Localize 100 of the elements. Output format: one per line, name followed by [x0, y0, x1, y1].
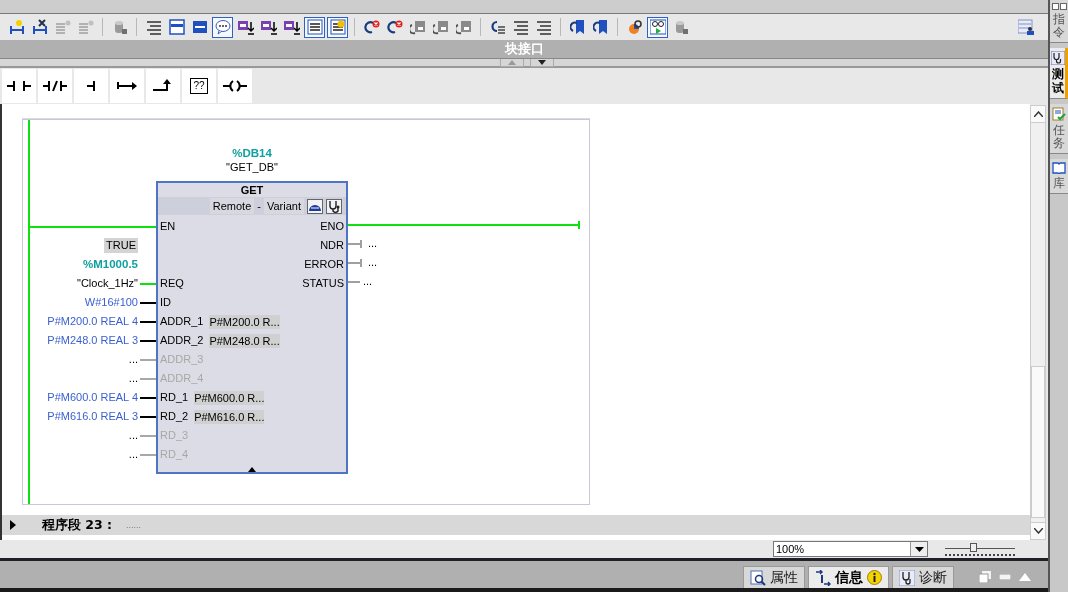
pin-label: ADDR_2 — [159, 333, 205, 348]
monitor-value: P#M616.0 R... — [194, 410, 265, 424]
window-user-icon — [1017, 19, 1034, 35]
zoom-slider[interactable] — [945, 542, 1015, 556]
closed-contact-icon — [43, 79, 67, 93]
instruction-button[interactable] — [38, 69, 72, 103]
side-tab[interactable]: 任务 — [1050, 103, 1068, 155]
arrow-cross-icon — [386, 19, 403, 35]
branch-icon — [86, 79, 96, 93]
operand[interactable]: P#M200.0 REAL 4 — [47, 312, 138, 331]
chevron-up-icon — [1033, 111, 1043, 117]
side-tab[interactable]: 库 — [1050, 159, 1068, 195]
star-list-icon — [329, 19, 346, 35]
tag-download-icon — [260, 19, 277, 35]
pin-label: ENO — [319, 219, 345, 234]
operand[interactable]: ... — [368, 253, 378, 272]
toolbar-button[interactable] — [327, 16, 348, 38]
interface-bar-title: 块接口 — [504, 40, 544, 58]
side-tab[interactable]: 测试 — [1050, 48, 1068, 99]
panel-tab[interactable]: 信息 — [808, 566, 889, 588]
stethoscope-icon — [328, 199, 340, 213]
chart-magnifier-icon — [626, 19, 643, 35]
network-header[interactable]: 程序段 23 : ...... — [2, 515, 1030, 535]
info-badge-icon — [867, 570, 882, 585]
monitor-value: TRUE — [104, 238, 138, 253]
scroll-down-button[interactable] — [1031, 522, 1045, 539]
caret-icon — [914, 546, 924, 552]
operand[interactable]: P#M600.0 REAL 4 — [47, 388, 138, 407]
book-icon — [1052, 162, 1066, 175]
pin-label: EN — [159, 219, 177, 234]
panel-tab[interactable]: 属性 — [743, 566, 805, 588]
bookmark-arrow-icon — [592, 19, 609, 35]
arrow-cross-icon — [363, 19, 380, 35]
pin-label: NDR — [319, 238, 345, 253]
pin-label: ERROR — [303, 257, 345, 272]
network-cross-icon — [31, 19, 48, 35]
side-tab[interactable]: 指令 — [1050, 0, 1068, 44]
expand-icon[interactable] — [248, 467, 256, 472]
bool-tick-icon — [360, 239, 362, 248]
operand[interactable]: P#M248.0 REAL 3 — [47, 331, 138, 350]
tag-download-icon — [237, 19, 254, 35]
pin-label: ADDR_1 — [159, 314, 205, 329]
toolbar-button[interactable] — [212, 16, 233, 38]
pin-label: RD_2 — [159, 409, 190, 424]
panel-icon — [168, 19, 185, 35]
instance-address: %DB14 — [232, 146, 272, 160]
coil-icon — [223, 79, 247, 93]
arrow-lines-icon — [489, 19, 506, 35]
operand[interactable]: ... — [368, 234, 378, 253]
box-arrow-icon — [432, 19, 449, 35]
triangle-up-icon — [508, 60, 516, 65]
network-star-icon — [8, 19, 25, 35]
lines-icon — [145, 19, 162, 35]
instruction-button[interactable] — [2, 69, 36, 103]
slider-thumb[interactable] — [969, 543, 977, 552]
toolbar-button[interactable] — [304, 16, 325, 38]
bool-tick-icon — [360, 258, 362, 267]
network-title: 程序段 23 : — [42, 516, 113, 534]
instruction-button[interactable] — [110, 69, 144, 103]
arrow-right-icon — [115, 79, 139, 93]
operand[interactable]: ... — [363, 272, 373, 291]
instance-name: "GET_DB" — [226, 160, 278, 174]
variant-label: Remote — [209, 198, 255, 214]
toolbar-button[interactable] — [166, 16, 187, 38]
vertical-scrollbar[interactable] — [1030, 105, 1046, 540]
collapse-down-handle[interactable] — [530, 59, 554, 67]
operand[interactable]: P#M616.0 REAL 3 — [47, 407, 138, 426]
tag-name[interactable]: "Clock_1Hz" — [77, 274, 138, 293]
operand[interactable]: W#16#100 — [84, 293, 138, 312]
expand-up-handle[interactable] — [500, 59, 524, 67]
instruction-button[interactable] — [218, 69, 252, 103]
panel-tab[interactable]: 诊断 — [892, 566, 954, 588]
scroll-up-button[interactable] — [1031, 106, 1045, 123]
instruction-button[interactable] — [146, 69, 180, 103]
pin-label: RD_1 — [159, 390, 190, 405]
block-icon-button[interactable] — [307, 198, 323, 214]
block-title: GET — [240, 183, 264, 197]
document-magnifier-icon — [750, 569, 766, 586]
tag-address: %M1000.5 — [83, 257, 138, 272]
pin-label: RD_3 — [159, 428, 190, 443]
grid-icon — [1051, 3, 1067, 10]
lines-sparkle-icon — [77, 19, 94, 35]
instruction-button[interactable]: ?? — [182, 69, 216, 103]
stethoscope-icon — [899, 569, 915, 586]
monitor-value: P#M248.0 R... — [209, 334, 280, 348]
chevron-down-icon — [1033, 528, 1043, 534]
toolbar-button[interactable] — [647, 16, 668, 38]
scrollbar-thumb[interactable] — [1031, 366, 1045, 518]
pin-label: RD_4 — [159, 447, 190, 462]
toolbar-button[interactable] — [1015, 16, 1036, 38]
speech-bubble-icon — [214, 19, 231, 35]
variant-label: - — [257, 199, 261, 214]
variant-label: Variant — [263, 198, 304, 214]
zoom-dropdown[interactable]: 100% — [773, 541, 928, 557]
expand-arrow-icon[interactable] — [10, 520, 16, 530]
block-icon-button[interactable] — [326, 198, 342, 214]
glasses-icon — [649, 19, 666, 35]
instruction-button[interactable] — [74, 69, 108, 103]
panel-icon — [191, 19, 208, 35]
box-arrow-icon — [409, 19, 426, 35]
